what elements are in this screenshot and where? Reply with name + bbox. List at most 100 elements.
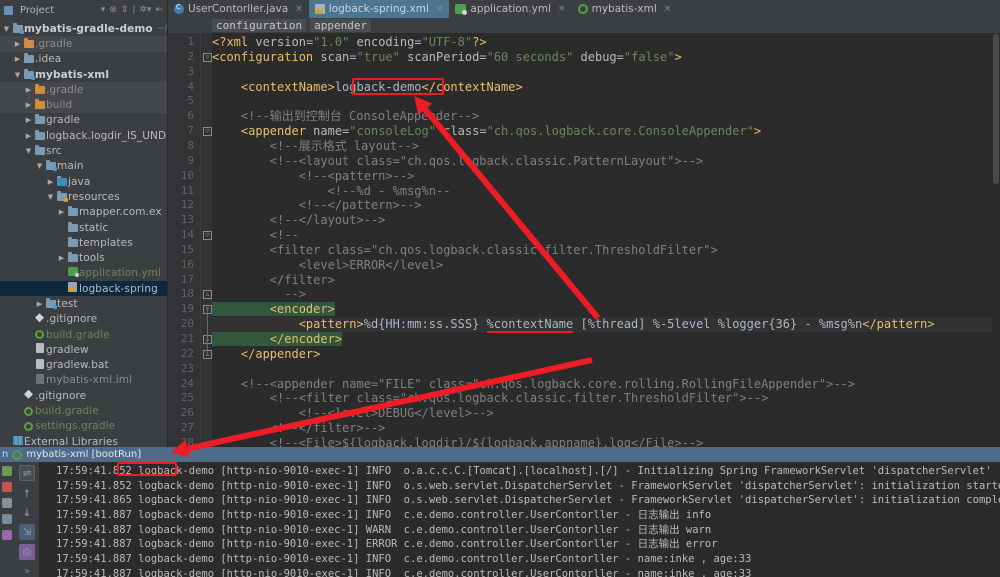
code-line-18[interactable]: --> <box>212 287 306 302</box>
run-icon[interactable] <box>2 466 12 476</box>
code-line-8[interactable]: <!--展示格式 layout--> <box>212 139 419 154</box>
close-icon[interactable]: × <box>664 4 672 14</box>
tree-expand-arrow[interactable]: ▼ <box>2 25 11 33</box>
tree-expand-arrow[interactable]: ▼ <box>24 147 33 155</box>
tree-expand-arrow[interactable]: ▶ <box>24 101 33 109</box>
tree-item-src[interactable]: ▼ src <box>0 143 167 158</box>
tree-expand-arrow[interactable]: ▼ <box>46 193 55 201</box>
tree-item-resources[interactable]: ▼ resources <box>0 189 167 204</box>
filter-icon[interactable] <box>2 514 12 524</box>
code-content[interactable]: <?xml version="1.0" encoding="UTF-8"?> <c… <box>212 33 1000 447</box>
stop-icon[interactable] <box>2 482 12 492</box>
expand-icon[interactable]: » <box>19 563 35 577</box>
breadcrumb-item-configuration[interactable]: configuration <box>212 19 307 32</box>
tree-expand-arrow[interactable]: ▼ <box>35 162 44 170</box>
tree-item-gradlew[interactable]: ▶ gradlew <box>0 342 167 357</box>
scrollbar-thumb[interactable] <box>993 34 999 184</box>
editor-tab-logback-spring-xml[interactable]: logback-spring.xml × <box>308 0 450 18</box>
close-icon[interactable]: × <box>558 4 566 14</box>
editor-scrollbar[interactable] <box>992 33 1000 447</box>
code-line-26[interactable]: <!--<level>DEBUG</level>--> <box>212 406 494 421</box>
editor-tab-mybatis-xml[interactable]: mybatis-xml × <box>572 0 678 18</box>
code-line-23[interactable] <box>212 362 219 377</box>
tree-expand-arrow[interactable]: ▶ <box>46 178 55 186</box>
tree-item-gitignore[interactable]: ▶ .gitignore <box>0 388 167 403</box>
tree-item-build[interactable]: ▶ build <box>0 97 167 113</box>
gear-icon[interactable]: ✲▾ <box>139 5 151 15</box>
tree-item-static[interactable]: ▶ static <box>0 220 167 235</box>
tree-item-idea[interactable]: ▶ .idea <box>0 52 167 67</box>
code-fold-collapse-icon[interactable]: ▿ <box>203 127 212 137</box>
tree-item-build-gradle[interactable]: ▶ build.gradle <box>0 403 167 418</box>
code-line-24[interactable]: <!--<appender name="FILE" class="ch.qos.… <box>212 377 855 392</box>
code-line-19[interactable]: <encoder> <box>212 302 335 317</box>
tree-expand-arrow[interactable]: ▼ <box>13 71 22 79</box>
tree-expand-arrow[interactable]: ▶ <box>24 116 33 124</box>
breadcrumb-item-appender[interactable]: appender <box>310 19 372 32</box>
tree-item-logback-spring[interactable]: ▶ logback-spring <box>0 281 167 297</box>
console-output[interactable]: 17:59:41.852 logback-demo [http-nio-9010… <box>40 462 1000 577</box>
code-line-11[interactable]: <!--%d - %msg%n-- <box>212 184 451 199</box>
sort-icon[interactable]: ⇕ <box>121 5 129 15</box>
tree-expand-arrow[interactable]: ▶ <box>24 86 33 94</box>
code-line-15[interactable]: <filter class="ch.qos.logback.classic.fi… <box>212 243 718 258</box>
editor-tab-application-yml[interactable]: application.yml × <box>449 0 571 18</box>
tree-item-settings-gradle[interactable]: ▶ settings.gradle <box>0 419 167 434</box>
code-line-1[interactable]: <?xml version="1.0" encoding="UTF-8"?> <box>212 35 487 50</box>
tree-item-logback-logdir-is-undef[interactable]: ▶ logback.logdir_IS_UNDEF <box>0 128 167 143</box>
tree-item-gradle[interactable]: ▶ gradle <box>0 113 167 128</box>
hide-panel-icon[interactable]: ⇤ <box>155 5 163 15</box>
code-line-21[interactable]: </encoder> <box>212 332 343 347</box>
tree-expand-arrow[interactable]: ▶ <box>13 55 22 63</box>
code-fold-collapse-icon[interactable]: ▿ <box>203 52 212 62</box>
code-line-14[interactable]: <!-- <box>212 228 299 243</box>
tree-item-mybatis-gradle-demo[interactable]: ▼ mybatis-gradle-demo~/ws/ja <box>0 21 167 36</box>
tree-item-main[interactable]: ▼ main <box>0 159 167 174</box>
print-icon[interactable]: ⎙ <box>19 544 35 560</box>
tree-item-external-libraries[interactable]: ▶ External Libraries <box>0 434 167 447</box>
soft-wrap-icon[interactable]: ⇲ <box>19 524 35 540</box>
code-line-2[interactable]: <configuration scan="true" scanPeriod="6… <box>212 50 682 65</box>
code-line-17[interactable]: </filter> <box>212 273 335 288</box>
code-line-3[interactable] <box>212 65 219 80</box>
fold-bar[interactable]: ▿▿▿▵▿▵▵ <box>200 33 212 447</box>
close-icon[interactable]: × <box>295 4 303 14</box>
tree-item-gradle[interactable]: ▶ .gradle <box>0 82 167 98</box>
tree-expand-arrow[interactable]: ▶ <box>13 40 22 48</box>
code-line-28[interactable]: <!--<File>${logback.logdir}/${logback.ap… <box>212 436 703 447</box>
project-tree[interactable]: ▼ mybatis-gradle-demo~/ws/ja ▶ .gradle ▶ .ide… <box>0 20 167 447</box>
tree-expand-arrow[interactable]: ▶ <box>35 300 44 308</box>
tree-item-application-yml[interactable]: ▶ application.yml <box>0 266 167 281</box>
code-line-12[interactable]: <!--</pattern>--> <box>212 198 422 213</box>
code-line-7[interactable]: <appender name="consoleLog" class="ch.qo… <box>212 124 761 139</box>
code-editor[interactable]: ▿▿▿▵▿▵▵ 12345678910111213141516171819202… <box>168 33 1000 447</box>
tree-expand-arrow[interactable]: ▶ <box>57 254 66 262</box>
tree-item-mybatis-xml[interactable]: ▼ mybatis-xml <box>0 67 167 82</box>
code-fold-collapse-icon[interactable]: ▿ <box>203 231 212 241</box>
scroll-up-icon[interactable]: ↑ <box>19 486 35 502</box>
code-line-13[interactable]: <!--</layout>--> <box>212 213 386 228</box>
tree-item-java[interactable]: ▶ java <box>0 174 167 189</box>
tree-item-gitignore[interactable]: ▶ .gitignore <box>0 312 167 327</box>
tree-item-gradle[interactable]: ▶ .gradle <box>0 36 167 52</box>
code-line-5[interactable] <box>212 94 219 109</box>
editor-gutter[interactable]: ▿▿▿▵▿▵▵ 12345678910111213141516171819202… <box>168 33 212 447</box>
code-line-16[interactable]: <level>ERROR</level> <box>212 258 444 273</box>
settings-icon[interactable] <box>2 530 12 540</box>
editor-tab-usercontorller-java[interactable]: UserContorller.java × <box>168 0 309 18</box>
tree-item-mybatis-xml-iml[interactable]: ▶ mybatis-xml.iml <box>0 373 167 388</box>
tree-expand-arrow[interactable]: ▶ <box>57 208 66 216</box>
tree-item-templates[interactable]: ▶ templates <box>0 235 167 250</box>
code-line-25[interactable]: <!--<filter class="ch.qos.logback.classi… <box>212 391 769 406</box>
tree-item-gradlew-bat[interactable]: ▶ gradlew.bat <box>0 358 167 373</box>
code-line-4[interactable]: <contextName>logback-demo</contextName> <box>212 80 523 95</box>
tree-item-build-gradle[interactable]: ▶ build.gradle <box>0 327 167 342</box>
close-icon[interactable]: × <box>436 4 444 14</box>
code-line-6[interactable]: <!--输出到控制台 ConsoleAppender--> <box>212 109 479 124</box>
code-fold-expand-icon[interactable]: ▵ <box>203 290 212 300</box>
scroll-down-icon[interactable]: ↓ <box>19 505 35 521</box>
code-line-22[interactable]: </appender> <box>212 347 320 362</box>
run-window-side-icons[interactable] <box>0 462 14 577</box>
tree-item-tools[interactable]: ▶ tools <box>0 250 167 265</box>
collapse-all-icon[interactable]: ⊗ <box>109 5 117 15</box>
